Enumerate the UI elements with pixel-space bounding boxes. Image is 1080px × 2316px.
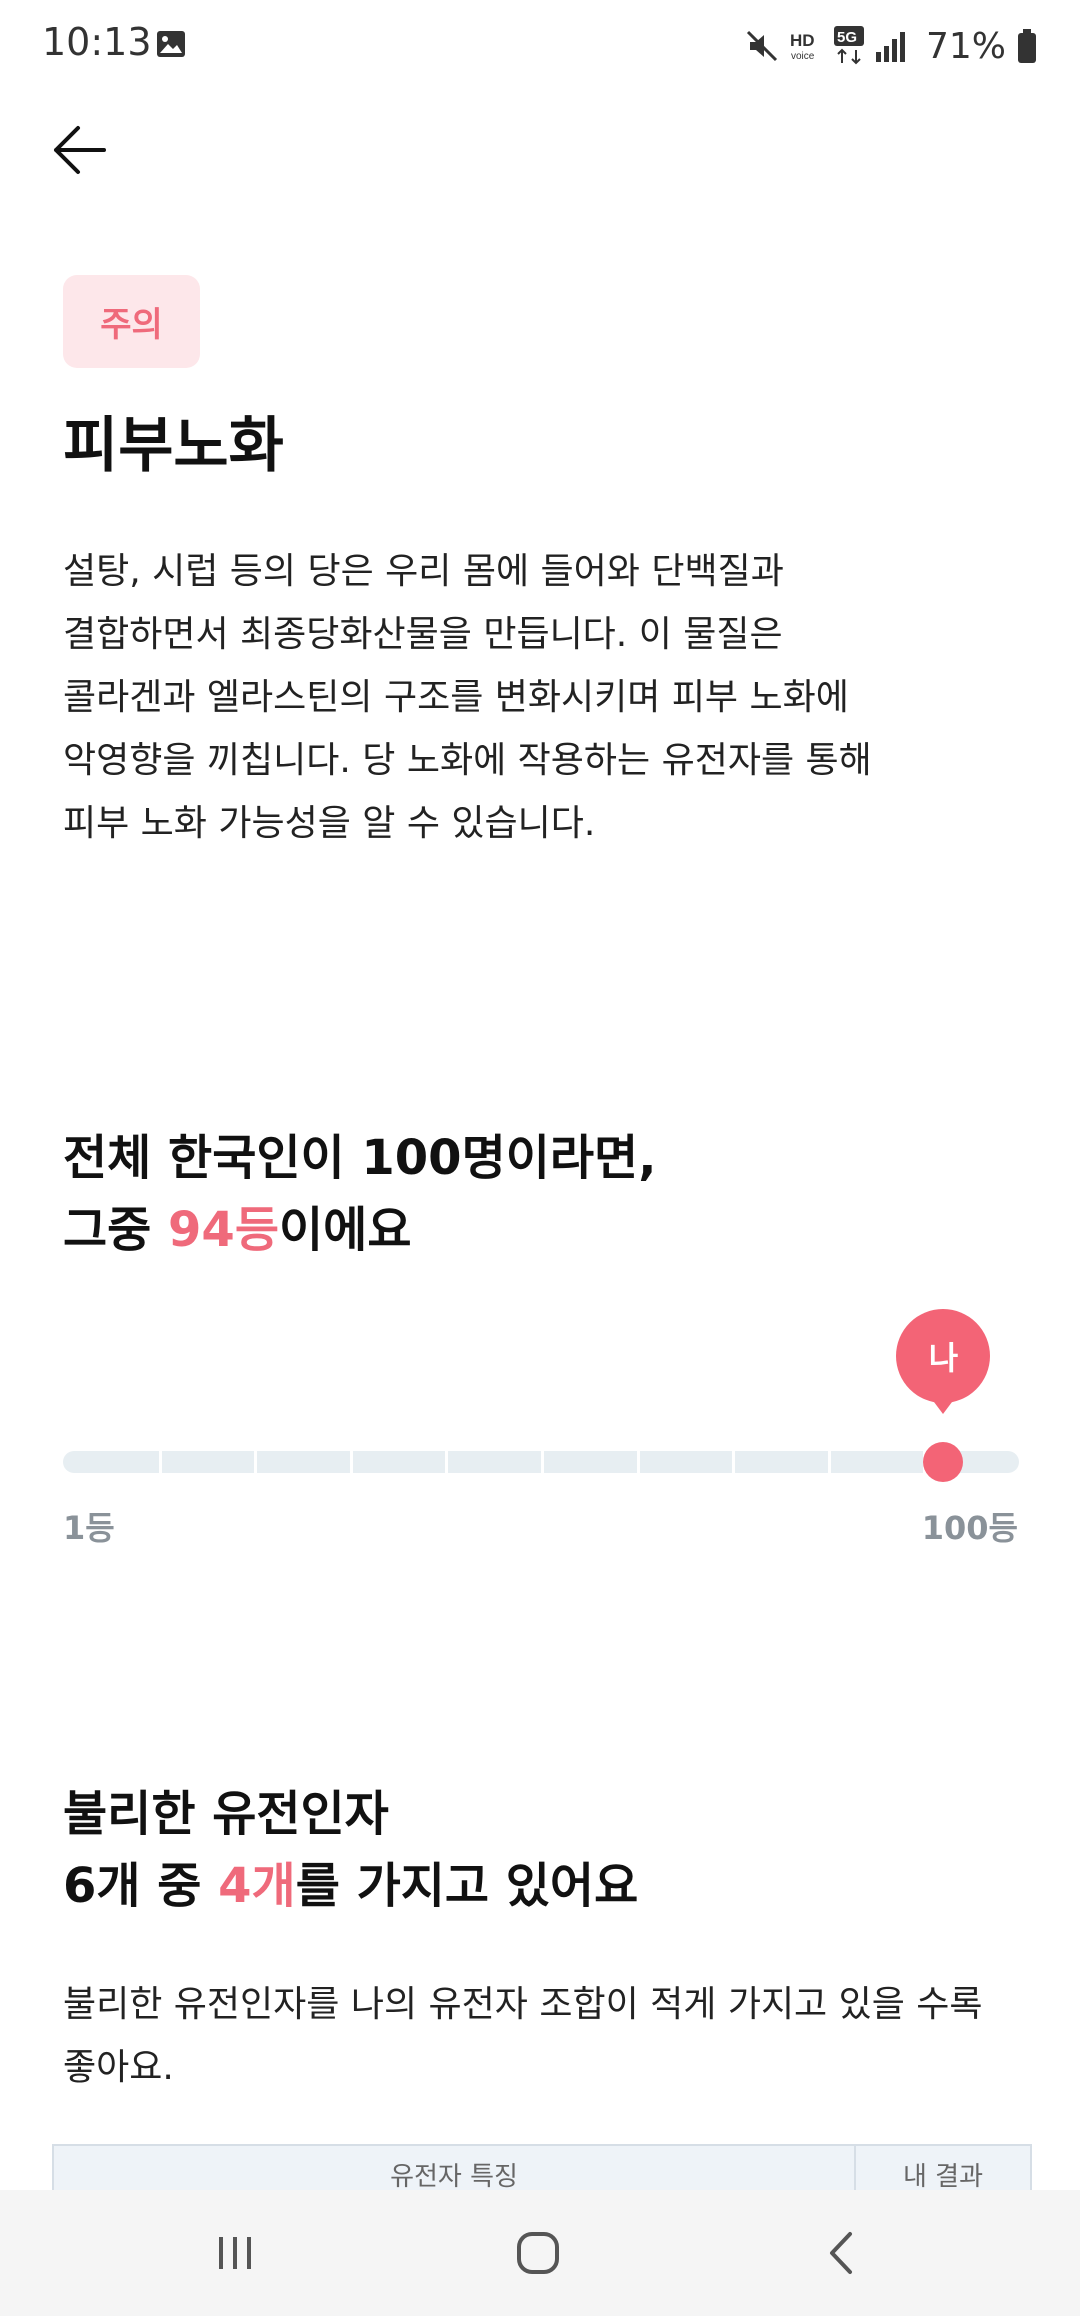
track-divider (541, 1451, 544, 1473)
nav-back-button[interactable] (781, 2190, 901, 2316)
gene-prefix: 6개 중 (63, 1858, 219, 1914)
gene-suffix: 를 가지고 있어요 (295, 1858, 639, 1914)
rank-max-label: 100등 (921, 1509, 1018, 1547)
gene-heading: 불리한 유전인자 6개 중 4개를 가지고 있어요 (63, 1778, 1023, 1922)
rank-min-label: 1등 (63, 1509, 115, 1547)
back-arrow-icon (54, 126, 106, 174)
svg-text:HD: HD (790, 31, 815, 50)
ranking-prefix: 그중 (63, 1202, 169, 1258)
hd-voice-icon: HD voice (790, 31, 815, 62)
ranking-heading: 전체 한국인이 100명이라면, 그중 94등이에요 (63, 1122, 1023, 1266)
ranking-suffix: 이에요 (279, 1202, 412, 1258)
ranking-line2: 그중 94등이에요 (63, 1194, 1023, 1266)
track-divider (637, 1451, 640, 1473)
status-icons: HD voice 5G 71% (744, 18, 1038, 74)
track-divider (828, 1451, 831, 1473)
mute-icon (746, 30, 778, 62)
home-icon (517, 2232, 559, 2274)
ranking-line1: 전체 한국인이 100명이라면, (63, 1130, 657, 1186)
signal-icon (875, 32, 905, 62)
5g-icon: 5G (833, 26, 864, 65)
gene-table-header: 유전자 특징 내 결과 (52, 2144, 1032, 2206)
gene-line1: 불리한 유전인자 (63, 1786, 389, 1842)
track-divider (350, 1451, 353, 1473)
nav-back-icon (830, 2232, 852, 2274)
recents-button[interactable] (175, 2190, 295, 2316)
track-divider (445, 1451, 448, 1473)
my-rank-marker: 나 (896, 1309, 991, 1403)
recents-icon (219, 2237, 251, 2269)
rank-thumb (923, 1442, 964, 1482)
home-button[interactable] (478, 2190, 598, 2316)
rank-track (63, 1451, 1019, 1473)
ranking-value: 94등 (168, 1202, 279, 1258)
gene-description: 불리한 유전인자를 나의 유전자 조합이 적게 가지고 있을 수록 좋아요. (63, 1984, 983, 2088)
svg-text:5G: 5G (837, 29, 857, 46)
battery-percent: 71% (925, 25, 1006, 67)
gene-count: 4개 (218, 1858, 296, 1914)
status-time: 10:13 (42, 20, 152, 64)
track-divider (254, 1451, 257, 1473)
battery-icon (1018, 29, 1036, 63)
status-badge: 주의 (63, 275, 200, 368)
gallery-icon (157, 31, 185, 57)
back-button[interactable] (44, 118, 114, 182)
marker-label: 나 (928, 1339, 959, 1377)
track-divider (732, 1451, 735, 1473)
svg-text:voice: voice (791, 51, 815, 62)
page-title: 피부노화 (63, 411, 284, 481)
table-col-feature: 유전자 특징 (390, 2162, 518, 2192)
marker-tail (931, 1398, 956, 1414)
system-nav-bar (0, 2190, 1080, 2316)
trait-description: 설탕, 시럽 등의 당은 우리 몸에 들어와 단백질과 결합하면서 최종당화산물… (63, 551, 872, 844)
gene-line2: 6개 중 4개를 가지고 있어요 (63, 1850, 1023, 1922)
track-divider (159, 1451, 162, 1473)
